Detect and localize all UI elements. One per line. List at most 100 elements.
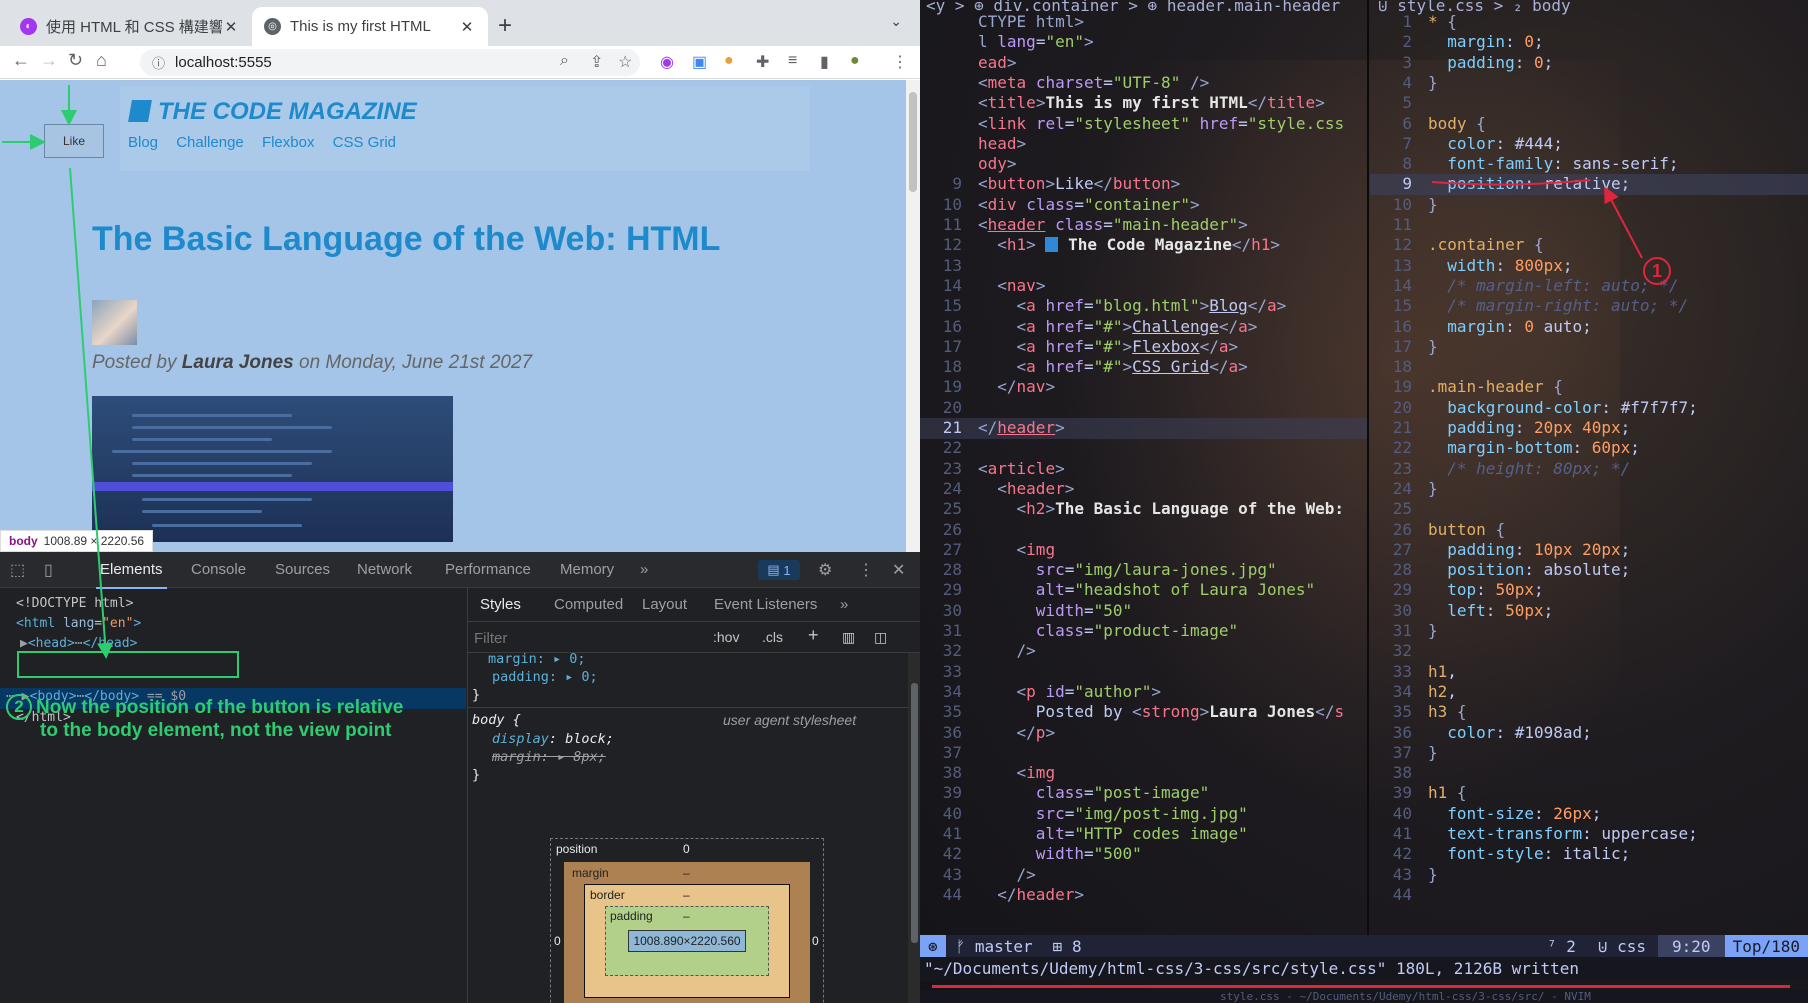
code-line[interactable]: 36 </p> — [920, 723, 1055, 744]
code-line[interactable]: 9 position: relative; — [1370, 174, 1630, 195]
code-line[interactable]: 35 h3 { — [1370, 702, 1467, 723]
rule-display[interactable]: display: block; — [492, 730, 614, 748]
code-line[interactable]: 32 — [1370, 641, 1428, 662]
code-line[interactable]: ead> — [920, 53, 1017, 74]
code-line[interactable]: CTYPE html> — [920, 12, 1084, 33]
code-line[interactable]: 40 font-size: 26px; — [1370, 804, 1602, 825]
kebab-menu-icon[interactable]: ⋮ — [892, 52, 908, 72]
code-line[interactable]: 15 /* margin-right: auto; */ — [1370, 296, 1688, 317]
code-line[interactable]: 27 padding: 10px 20px; — [1370, 540, 1631, 561]
code-line[interactable]: 12 .container { — [1370, 235, 1544, 256]
code-line[interactable]: 11 <header class="main-header"> — [920, 215, 1248, 236]
code-line[interactable]: 8 font-family: sans-serif; — [1370, 154, 1678, 175]
toggle-sidebar-icon[interactable]: ◫ — [874, 629, 887, 646]
code-line[interactable]: 38 <img — [920, 763, 1055, 784]
code-line[interactable]: 22 margin-bottom: 60px; — [1370, 438, 1640, 459]
page-scrollbar[interactable] — [906, 80, 920, 552]
profile-avatar-icon[interactable]: ● — [850, 52, 860, 70]
code-line[interactable]: <link rel="stylesheet" href="style.css — [920, 114, 1344, 135]
tab-computed[interactable]: Computed — [554, 596, 623, 613]
more-styles-tabs[interactable]: » — [840, 596, 848, 613]
rule-margin[interactable]: margin: ▸ 0; — [488, 650, 586, 668]
code-line[interactable]: 7 color: #444; — [1370, 134, 1563, 155]
code-line[interactable]: 37 — [920, 743, 978, 764]
code-line[interactable]: 30 width="50" — [920, 601, 1132, 622]
like-button[interactable]: Like — [44, 124, 104, 158]
code-line[interactable]: 29 alt="headshot of Laura Jones" — [920, 580, 1315, 601]
code-line[interactable]: 17} — [1370, 337, 1438, 358]
rule-body-selector[interactable]: body { — [472, 711, 521, 729]
code-line[interactable]: 19 .main-header { — [1370, 377, 1563, 398]
code-line[interactable]: 1 * { — [1370, 12, 1457, 33]
code-line[interactable]: 16 margin: 0 auto; — [1370, 317, 1592, 338]
code-line[interactable]: 14 <nav> — [920, 276, 1046, 297]
issues-badge[interactable]: ▤ 1 — [758, 560, 800, 580]
code-line[interactable]: 43 /> — [920, 865, 1036, 886]
device-toolbar-icon[interactable]: ▯ — [44, 560, 53, 580]
code-line[interactable]: 14 /* margin-left: auto; */ — [1370, 276, 1679, 297]
code-line[interactable]: 4} — [1370, 73, 1437, 94]
code-line[interactable]: 15 <a href="blog.html">Blog</a> — [920, 296, 1287, 317]
settings-gear-icon[interactable]: ⚙ — [818, 560, 832, 580]
tab-console[interactable]: Console — [191, 561, 246, 578]
code-line[interactable]: 30 left: 50px; — [1370, 601, 1554, 622]
code-line[interactable]: 12 <h1> The Code Magazine</h1> — [920, 235, 1280, 256]
code-line[interactable]: 35 Posted by <strong>Laura Jones</s — [920, 702, 1344, 723]
code-line[interactable]: 21 </header> — [920, 418, 1065, 439]
code-line[interactable]: 17 <a href="#">Flexbox</a> — [920, 337, 1238, 358]
code-line[interactable]: 16 <a href="#">Challenge</a> — [920, 317, 1258, 338]
puzzle-extensions-icon[interactable]: ✚ — [756, 52, 769, 72]
code-line[interactable]: 22 — [920, 438, 978, 459]
code-line[interactable]: 28 src="img/laura-jones.jpg" — [920, 560, 1277, 581]
code-line[interactable]: 10} — [1370, 195, 1438, 216]
cookie-extension-icon[interactable]: ● — [724, 52, 734, 70]
code-line[interactable]: 23 <article> — [920, 459, 1065, 480]
code-line[interactable]: 20 background-color: #f7f7f7; — [1370, 398, 1698, 419]
tab-event-listeners[interactable]: Event Listeners — [714, 596, 817, 613]
code-line[interactable]: 34 h2, — [1370, 682, 1457, 703]
code-line[interactable]: 42 width="500" — [920, 844, 1142, 865]
rule-margin-struck[interactable]: margin: ▸ 8px; — [492, 748, 606, 766]
styles-scrollbar[interactable] — [908, 653, 920, 1003]
code-line[interactable]: <meta charset="UTF-8" /> — [920, 73, 1209, 94]
code-line[interactable]: 43} — [1370, 865, 1438, 886]
close-tab-icon[interactable]: ✕ — [222, 18, 240, 36]
more-tabs-button[interactable]: » — [640, 561, 648, 578]
code-line[interactable]: 10 <div class="container"> — [920, 195, 1200, 216]
close-devtools-icon[interactable]: ✕ — [892, 560, 905, 580]
code-line[interactable]: 32 /> — [920, 641, 1036, 662]
code-line[interactable]: 31} — [1370, 621, 1438, 642]
devtools-menu-icon[interactable]: ⋮ — [858, 560, 874, 580]
tab-styles[interactable]: Styles — [468, 588, 533, 622]
forward-arrow-icon[interactable]: → — [40, 50, 58, 71]
tab-sources[interactable]: Sources — [275, 561, 330, 578]
translate-extension-icon[interactable]: ▣ — [692, 52, 707, 72]
code-line[interactable]: 18 <a href="#">CSS Grid</a> — [920, 357, 1248, 378]
code-line[interactable]: 13 — [920, 256, 978, 277]
code-line[interactable]: head> — [920, 134, 1026, 155]
code-line[interactable]: 5 — [1370, 93, 1428, 114]
code-line[interactable]: l lang="en"> — [920, 32, 1094, 53]
code-line[interactable]: 33 — [920, 662, 978, 683]
nav-link-flexbox[interactable]: Flexbox — [262, 134, 315, 151]
tab-elements[interactable]: Elements — [96, 561, 167, 589]
code-line[interactable]: 26 button { — [1370, 520, 1505, 541]
code-line[interactable]: 6 body { — [1370, 114, 1485, 135]
nav-link-challenge[interactable]: Challenge — [176, 134, 244, 151]
tab-performance[interactable]: Performance — [445, 561, 531, 578]
code-line[interactable]: 26 — [920, 520, 978, 541]
code-line[interactable]: 38 — [1370, 763, 1428, 784]
vim-cmdline[interactable]: "~/Documents/Udemy/html-css/3-css/src/st… — [920, 957, 1808, 981]
zoom-icon[interactable]: ⌕ — [560, 52, 569, 70]
back-arrow-icon[interactable]: ← — [12, 50, 30, 71]
dom-html-node[interactable]: <html lang="en"> — [16, 616, 141, 631]
code-line[interactable]: 9 <button>Like</button> — [920, 174, 1180, 195]
nav-link-css-grid[interactable]: CSS Grid — [333, 134, 396, 151]
code-line[interactable]: 41 text-transform: uppercase; — [1370, 824, 1698, 845]
pane-divider[interactable] — [1367, 0, 1369, 935]
inspect-element-icon[interactable]: ⬚ — [10, 560, 25, 580]
code-line[interactable]: 34 <p id="author"> — [920, 682, 1161, 703]
code-line[interactable]: 24 <header> — [920, 479, 1075, 500]
dom-head-node[interactable]: ▶<head>⋯</head> — [20, 636, 137, 651]
reload-icon[interactable]: ↻ — [68, 50, 83, 71]
